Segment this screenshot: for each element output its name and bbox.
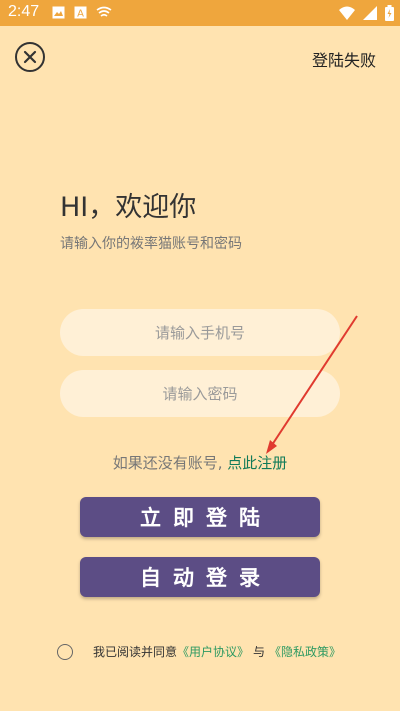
annotation-arrow-icon	[266, 315, 358, 454]
